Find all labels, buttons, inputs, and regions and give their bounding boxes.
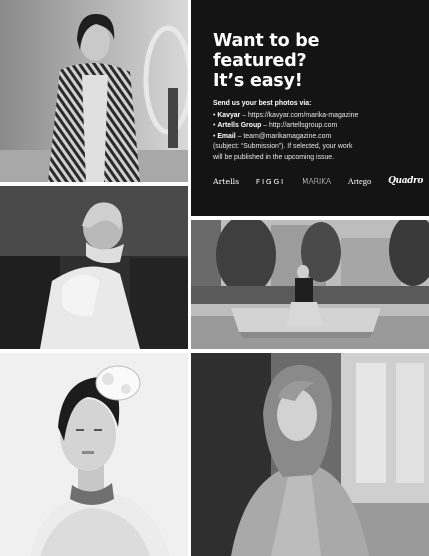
submission-line-artells: • Artells Group – http://artellsgroup.co… [213, 122, 338, 130]
photo-woman-coat-wall [191, 353, 429, 556]
headline-line: It’s easy! [213, 71, 303, 91]
artells-link[interactable]: – http://artellsgroup.com [261, 122, 337, 129]
headline: Want to be featured? It’s easy! [213, 31, 413, 91]
partner-logos: Artells FIGGI MARIKA Artego Quadro [213, 172, 423, 190]
submission-line-email: • Email – team@marikamagazine.com [213, 132, 332, 140]
photo-woman-headpiece-fur [0, 353, 188, 556]
submission-panel: Want to be featured? It’s easy! Send us … [191, 0, 429, 216]
logo-quadro: Quadro [388, 176, 423, 186]
logo-figgi: FIGGI [255, 176, 285, 186]
photo-woman-white-shirt-sofa [0, 186, 188, 349]
magazine-page: Want to be featured? It’s easy! Send us … [0, 0, 429, 556]
channel-label: Artells Group [217, 122, 262, 130]
channel-label: Kavyar [217, 111, 241, 119]
logo-artells: Artells [213, 176, 240, 186]
submission-note: will be published in the upcoming issue. [213, 153, 335, 161]
logo-marika: MARIKA [301, 176, 331, 186]
submission-lead: Send us your best photos via: [213, 100, 312, 107]
photo-woman-striped-blazer [0, 0, 188, 182]
kavyar-link[interactable]: – https://kavyar.com/marika-magazine [240, 112, 358, 119]
email-link[interactable]: – team@marikamagazine.com [236, 133, 332, 140]
submission-line-kavyar: • Kavyar – https://kavyar.com/marika-mag… [213, 111, 359, 119]
headline-line: featured? [213, 51, 307, 71]
submission-note: (subject: “Submission”). If selected, yo… [213, 143, 353, 151]
submission-info: Send us your best photos via: • Kavyar –… [213, 99, 423, 164]
headline-line: Want to be [213, 31, 320, 51]
photo-woman-sitting-bench [191, 220, 429, 349]
channel-label: Email [217, 132, 236, 140]
logo-artego: Artego [347, 176, 372, 186]
